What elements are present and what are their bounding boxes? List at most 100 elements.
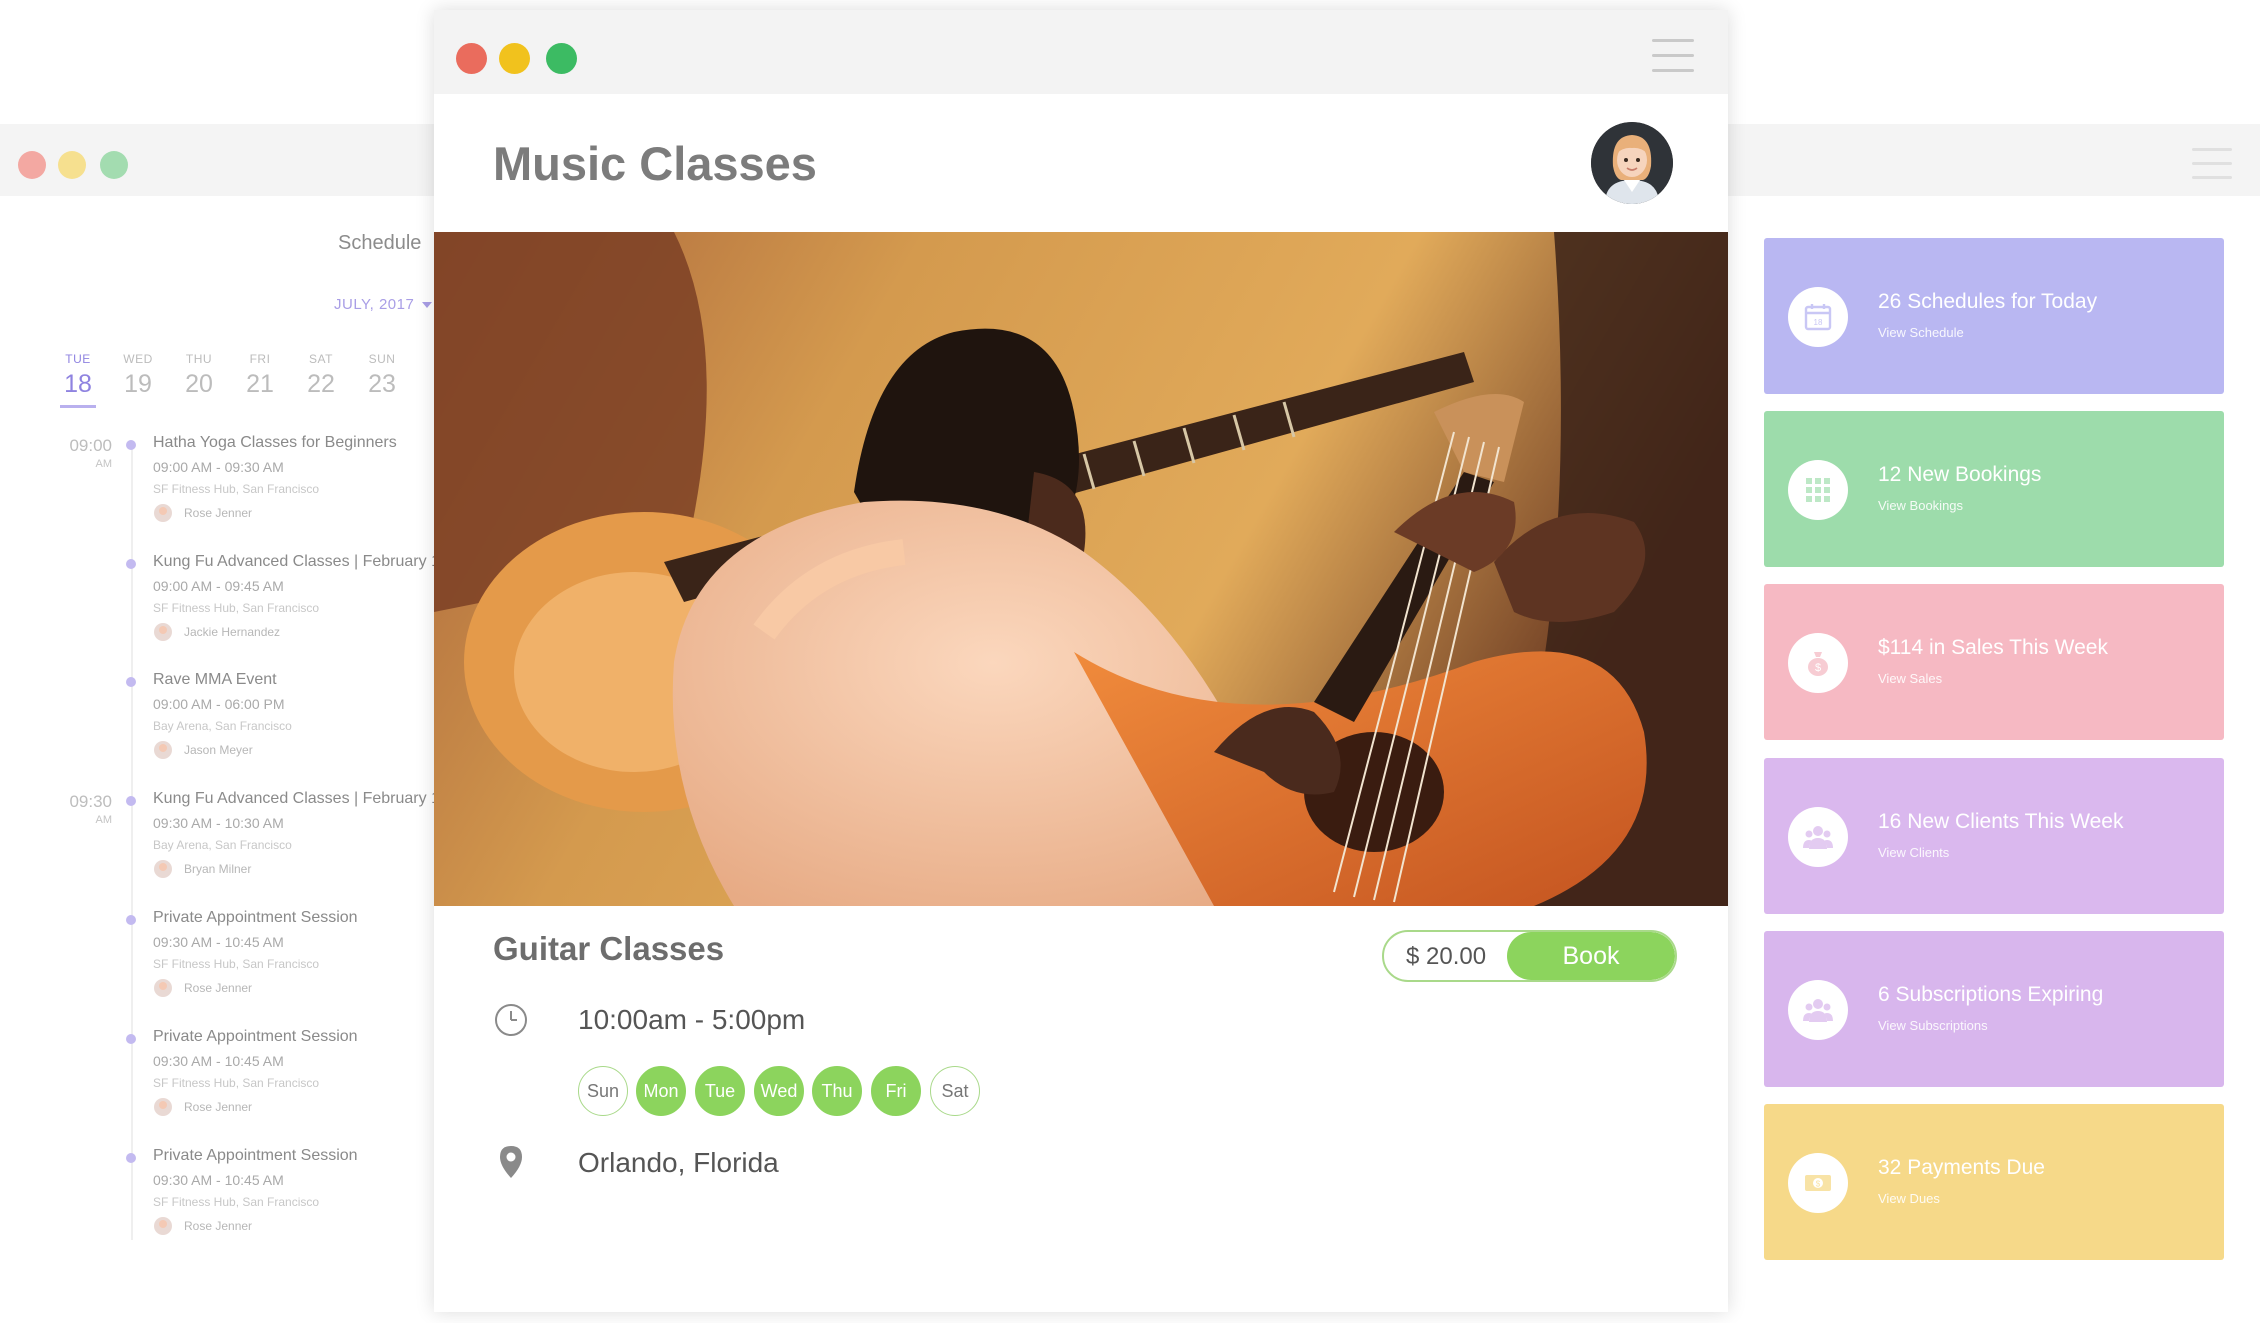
event-instructor: Bryan Milner bbox=[184, 862, 252, 876]
stat-card-title: 26 Schedules for Today bbox=[1878, 290, 2098, 313]
grid-icon bbox=[1788, 460, 1848, 520]
svg-text:18: 18 bbox=[1814, 318, 1823, 327]
stat-card-sales[interactable]: $ $114 in Sales This Week View Sales bbox=[1764, 584, 2224, 740]
event-bullet bbox=[126, 440, 136, 450]
minimize-dot-icon[interactable] bbox=[58, 151, 86, 179]
avatar bbox=[154, 1098, 172, 1116]
month-selector[interactable]: JULY, 2017 bbox=[334, 296, 433, 313]
event-location: SF Fitness Hub, San Francisco bbox=[153, 601, 320, 615]
stat-card-link[interactable]: View Sales bbox=[1878, 671, 1942, 686]
month-label: JULY, 2017 bbox=[334, 296, 415, 313]
avatar bbox=[154, 504, 172, 522]
event-title: Kung Fu Advanced Classes | February 1 bbox=[153, 553, 440, 570]
day-name: TUE bbox=[65, 352, 91, 366]
avatar bbox=[154, 860, 172, 878]
event-time: 09:00 AM - 06:00 PM bbox=[153, 696, 285, 712]
maximize-dot-icon[interactable] bbox=[100, 151, 128, 179]
active-day-underline bbox=[60, 405, 96, 408]
day-pill-thu[interactable]: Thu bbox=[812, 1066, 862, 1116]
time-slot-label: 09:30 AM bbox=[69, 792, 112, 826]
event-location: Bay Arena, San Francisco bbox=[153, 719, 292, 733]
day-tab-thu[interactable]: THU 20 bbox=[177, 352, 221, 399]
event-instructor: Rose Jenner bbox=[184, 981, 253, 995]
day-pill-sat[interactable]: Sat bbox=[930, 1066, 980, 1116]
class-time-range: 10:00am - 5:00pm bbox=[578, 1004, 806, 1035]
day-tab-tue[interactable]: TUE 18 bbox=[56, 352, 100, 408]
class-name: Guitar Classes bbox=[493, 930, 725, 967]
day-name: WED bbox=[123, 352, 153, 366]
day-number: 19 bbox=[124, 370, 152, 398]
users-icon bbox=[1788, 980, 1848, 1040]
money-bag-icon: $ bbox=[1788, 633, 1848, 693]
class-location: Orlando, Florida bbox=[578, 1147, 779, 1178]
event-title: Kung Fu Advanced Classes | February 1 bbox=[153, 790, 440, 807]
stat-card-link[interactable]: View Subscriptions bbox=[1878, 1018, 1988, 1033]
avatar bbox=[154, 741, 172, 759]
event-instructor: Rose Jenner bbox=[184, 506, 253, 520]
event-time: 09:00 AM - 09:45 AM bbox=[153, 578, 284, 594]
day-pill-wed[interactable]: Wed bbox=[754, 1066, 804, 1116]
schedule-heading: Schedule bbox=[338, 232, 422, 254]
day-name: FRI bbox=[249, 352, 271, 366]
svg-text:$: $ bbox=[1816, 1180, 1821, 1189]
location-pin-icon bbox=[497, 1144, 525, 1185]
cash-icon: $ bbox=[1788, 1153, 1848, 1213]
day-number: 21 bbox=[246, 370, 274, 398]
day-tab-fri[interactable]: FRI 21 bbox=[238, 352, 282, 399]
stat-card-title: 12 New Bookings bbox=[1878, 463, 2042, 486]
event-time: 09:00 AM - 09:30 AM bbox=[153, 459, 284, 475]
event-location: SF Fitness Hub, San Francisco bbox=[153, 482, 320, 496]
stat-card-link[interactable]: View Dues bbox=[1878, 1191, 1940, 1206]
day-name: THU bbox=[185, 352, 213, 366]
day-pill-sun[interactable]: Sun bbox=[578, 1066, 628, 1116]
menu-icon[interactable] bbox=[1652, 39, 1694, 84]
event-title: Private Appointment Session bbox=[153, 1028, 358, 1045]
event-location: SF Fitness Hub, San Francisco bbox=[153, 1076, 320, 1090]
event-instructor: Rose Jenner bbox=[184, 1219, 253, 1233]
stat-card-link[interactable]: View Bookings bbox=[1878, 498, 1963, 513]
event-instructor: Rose Jenner bbox=[184, 1100, 253, 1114]
stat-card-subscriptions[interactable]: 6 Subscriptions Expiring View Subscripti… bbox=[1764, 931, 2224, 1087]
price-book-group: $ 20.00 Book bbox=[1382, 930, 1677, 982]
event-location: Bay Arena, San Francisco bbox=[153, 838, 292, 852]
menu-icon[interactable] bbox=[2192, 148, 2232, 190]
event-bullet bbox=[126, 1153, 136, 1163]
day-pill-fri[interactable]: Fri bbox=[871, 1066, 921, 1116]
stat-card-schedules[interactable]: 18 26 Schedules for Today View Schedule bbox=[1764, 238, 2224, 394]
event-time: 09:30 AM - 10:45 AM bbox=[153, 1053, 284, 1069]
stat-card-title: $114 in Sales This Week bbox=[1878, 636, 2108, 659]
event-bullet bbox=[126, 796, 136, 806]
day-tab-sat[interactable]: SAT 22 bbox=[299, 352, 343, 399]
day-pill-mon[interactable]: Mon bbox=[636, 1066, 686, 1116]
day-name: SUN bbox=[368, 352, 396, 366]
day-tab-wed[interactable]: WED 19 bbox=[116, 352, 160, 399]
stat-card-title: 32 Payments Due bbox=[1878, 1156, 2045, 1179]
maximize-dot-icon[interactable] bbox=[546, 43, 577, 74]
avatar[interactable] bbox=[1591, 122, 1673, 204]
event-location: SF Fitness Hub, San Francisco bbox=[153, 957, 320, 971]
avatar bbox=[154, 979, 172, 997]
book-button[interactable]: Book bbox=[1507, 932, 1675, 980]
stat-card-clients[interactable]: 16 New Clients This Week View Clients bbox=[1764, 758, 2224, 914]
stat-card-bookings[interactable]: 12 New Bookings View Bookings bbox=[1764, 411, 2224, 567]
time-slot-label: 09:00 AM bbox=[69, 436, 112, 470]
users-icon bbox=[1788, 807, 1848, 867]
close-dot-icon[interactable] bbox=[18, 151, 46, 179]
minimize-dot-icon[interactable] bbox=[499, 43, 530, 74]
window-titlebar bbox=[434, 10, 1728, 94]
clock-icon bbox=[493, 1002, 529, 1043]
avatar bbox=[154, 623, 172, 641]
stat-card-payments[interactable]: $ 32 Payments Due View Dues bbox=[1764, 1104, 2224, 1260]
day-tab-sun[interactable]: SUN 23 bbox=[360, 352, 404, 399]
event-bullet bbox=[126, 677, 136, 687]
event-bullet bbox=[126, 915, 136, 925]
stat-card-link[interactable]: View Clients bbox=[1878, 845, 1949, 860]
close-dot-icon[interactable] bbox=[456, 43, 487, 74]
svg-text:$: $ bbox=[1815, 662, 1821, 674]
day-name: SAT bbox=[309, 352, 333, 366]
day-pill-tue[interactable]: Tue bbox=[695, 1066, 745, 1116]
event-location: SF Fitness Hub, San Francisco bbox=[153, 1195, 320, 1209]
event-title: Hatha Yoga Classes for Beginners bbox=[153, 434, 397, 451]
stat-card-link[interactable]: View Schedule bbox=[1878, 325, 1964, 340]
stat-card-title: 6 Subscriptions Expiring bbox=[1878, 983, 2104, 1006]
